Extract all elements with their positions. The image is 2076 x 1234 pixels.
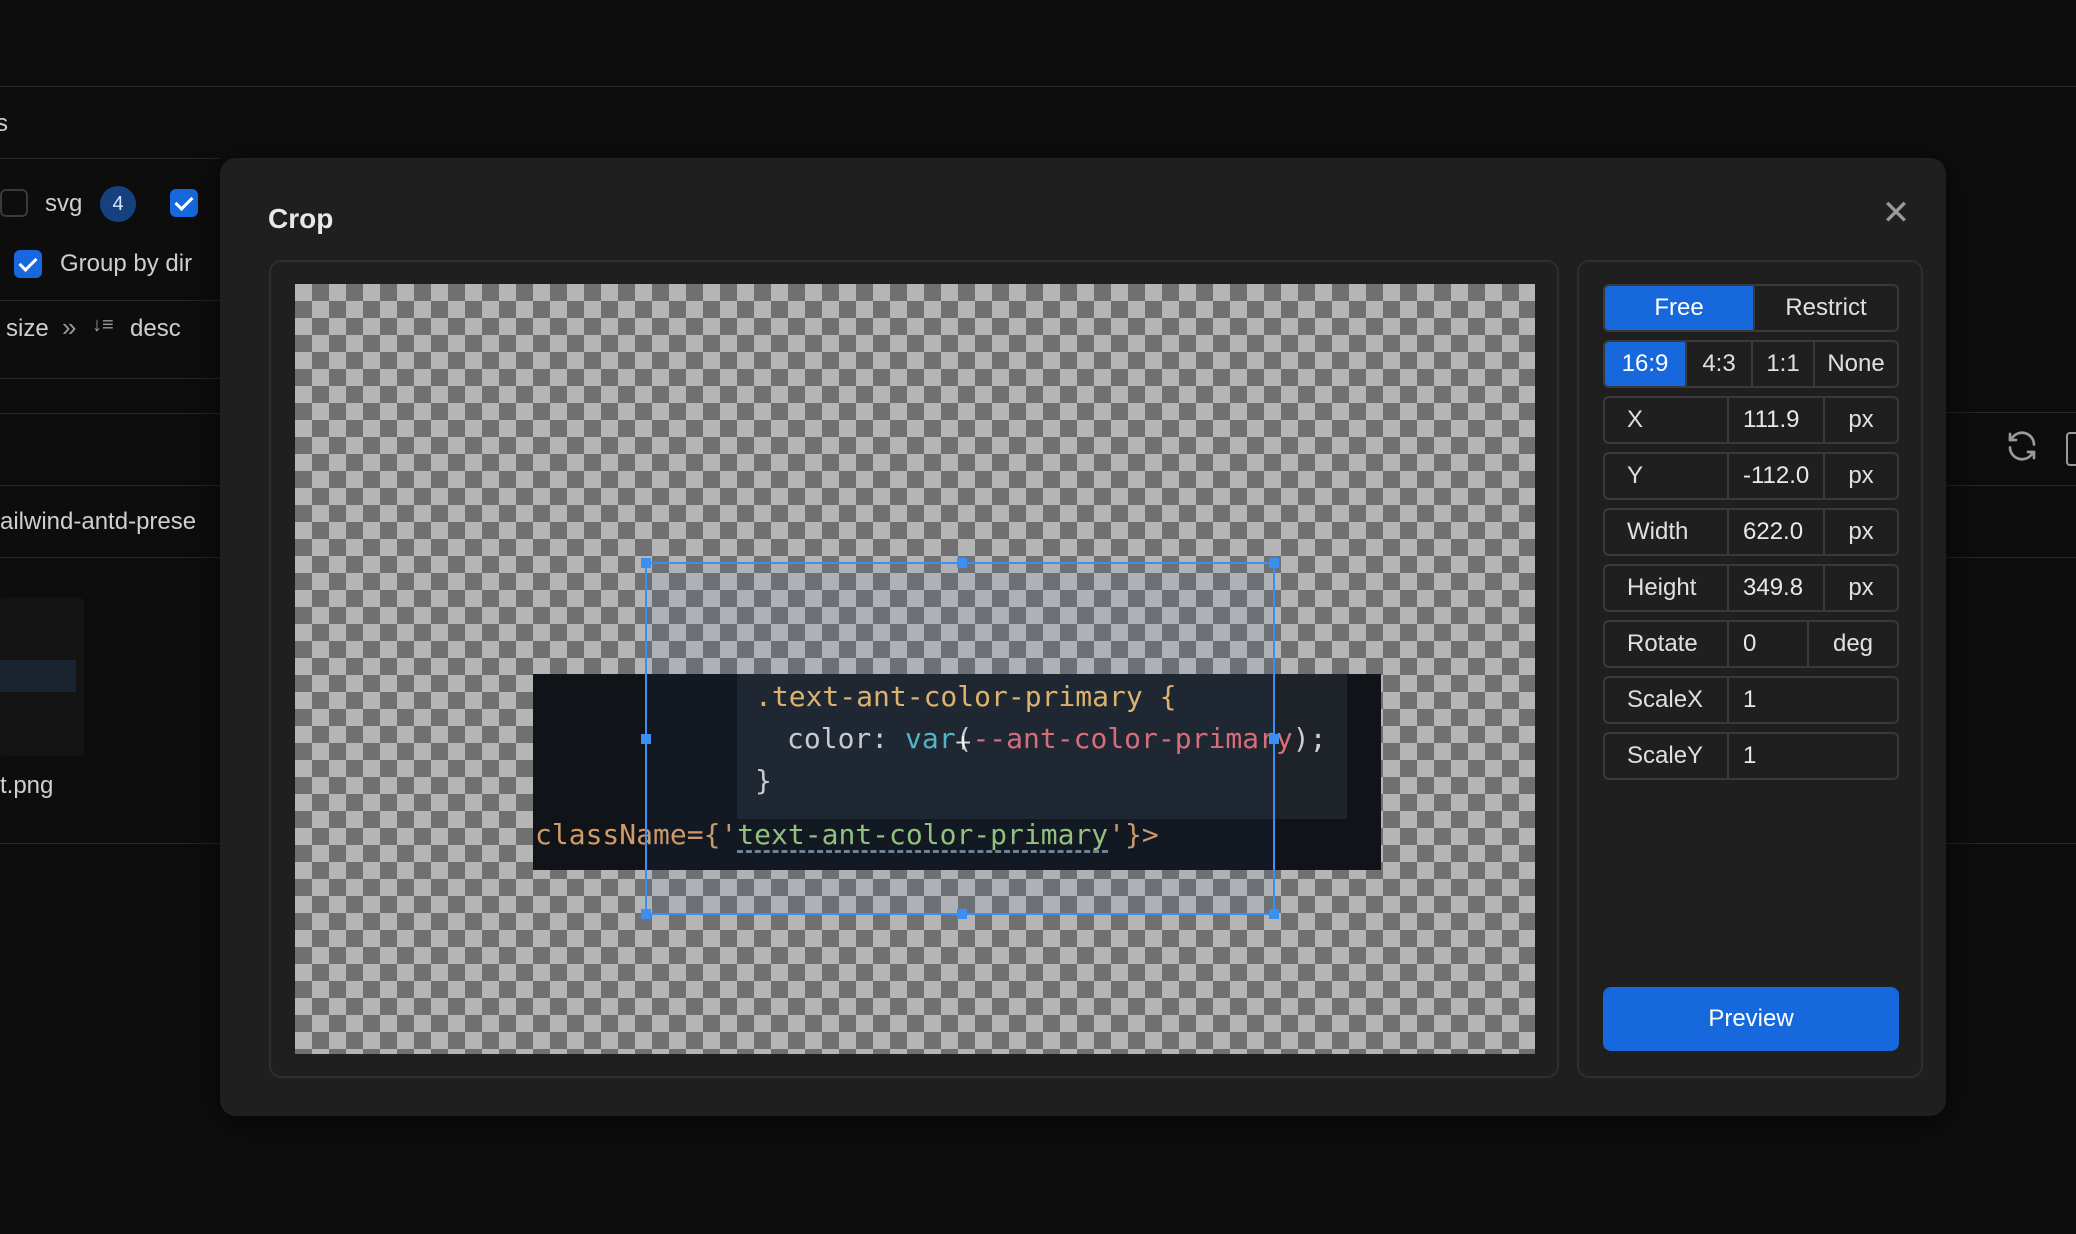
mode-restrict-button[interactable]: Restrict [1753,286,1897,330]
folder-name[interactable]: ailwind-antd-prese [0,508,196,536]
width-label: Width [1605,510,1729,554]
scaley-field: ScaleY 1 [1603,732,1899,780]
y-label: Y [1605,454,1729,498]
y-unit: px [1823,454,1897,498]
width-unit: px [1823,510,1897,554]
group-by-dir-checkbox[interactable] [14,250,42,278]
x-field: X 111.9 px [1603,396,1899,444]
aspect-ratio-segmented-control: 16:9 4:3 1:1 None [1603,340,1899,388]
scaley-label: ScaleY [1605,734,1729,778]
x-input[interactable]: 111.9 [1729,398,1823,442]
mode-segmented-control: Free Restrict [1603,284,1899,332]
aspect-4-3-button[interactable]: 4:3 [1685,342,1751,386]
crop-handle-top-left[interactable] [641,558,651,568]
aspect-16-9-button[interactable]: 16:9 [1605,342,1685,386]
scaley-input[interactable]: 1 [1729,734,1897,778]
preview-button[interactable]: Preview [1603,987,1899,1051]
crop-settings-panel: Free Restrict 16:9 4:3 1:1 None X 111.9 … [1577,260,1923,1078]
rotate-unit: deg [1807,622,1897,666]
x-unit: px [1823,398,1897,442]
refresh-icon[interactable] [2004,428,2040,464]
crop-canvas[interactable]: .text-ant-color-primary { color: var(--a… [295,284,1535,1054]
file-thumbnail[interactable] [0,598,84,756]
close-icon[interactable]: ✕ [1876,193,1916,233]
crop-handle-bottom-right[interactable] [1269,909,1279,919]
sort-order-icon[interactable]: ↓≡ [92,314,114,337]
scalex-label: ScaleX [1605,678,1729,722]
x-label: X [1605,398,1729,442]
rotate-field: Rotate 0 deg [1603,620,1899,668]
width-input[interactable]: 622.0 [1729,510,1823,554]
sort-field[interactable]: size [6,315,49,343]
move-crosshair-icon: + [955,727,972,758]
height-unit: px [1823,566,1897,610]
y-field: Y -112.0 px [1603,452,1899,500]
y-input[interactable]: -112.0 [1729,454,1823,498]
svg-count-badge: 4 [100,186,136,222]
group-by-dir-label: Group by dir [60,250,193,277]
crop-handle-left[interactable] [641,734,651,744]
scalex-input[interactable]: 1 [1729,678,1897,722]
rotate-input[interactable]: 0 [1729,622,1807,666]
modal-title: Crop [268,203,334,234]
sort-order-label[interactable]: desc [130,315,181,343]
aspect-1-1-button[interactable]: 1:1 [1751,342,1813,386]
crop-stage-panel: .text-ant-color-primary { color: var(--a… [269,260,1559,1078]
svg-filter-checkbox[interactable] [0,189,28,217]
crop-selection-box[interactable]: + [641,558,1279,919]
crop-handle-top-right[interactable] [1269,558,1279,568]
file-name[interactable]: t.png [0,772,53,800]
crop-handle-bottom[interactable] [957,909,967,919]
height-label: Height [1605,566,1729,610]
filter-checkbox-checked[interactable] [170,189,198,217]
panel-toggle-icon[interactable] [2066,432,2076,466]
rotate-label: Rotate [1605,622,1729,666]
height-field: Height 349.8 px [1603,564,1899,612]
crop-handle-right[interactable] [1269,734,1279,744]
height-input[interactable]: 349.8 [1729,566,1823,610]
aspect-none-button[interactable]: None [1813,342,1897,386]
svg-filter-label: svg [45,190,83,217]
width-field: Width 622.0 px [1603,508,1899,556]
crop-modal: Crop ✕ .text-ant-color-primary { color: … [220,158,1946,1116]
sort-arrow-icon: » [62,312,77,342]
partial-header-text: s [0,110,8,137]
crop-handle-bottom-left[interactable] [641,909,651,919]
crop-handle-top[interactable] [957,558,967,568]
mode-free-button[interactable]: Free [1605,286,1753,330]
scalex-field: ScaleX 1 [1603,676,1899,724]
